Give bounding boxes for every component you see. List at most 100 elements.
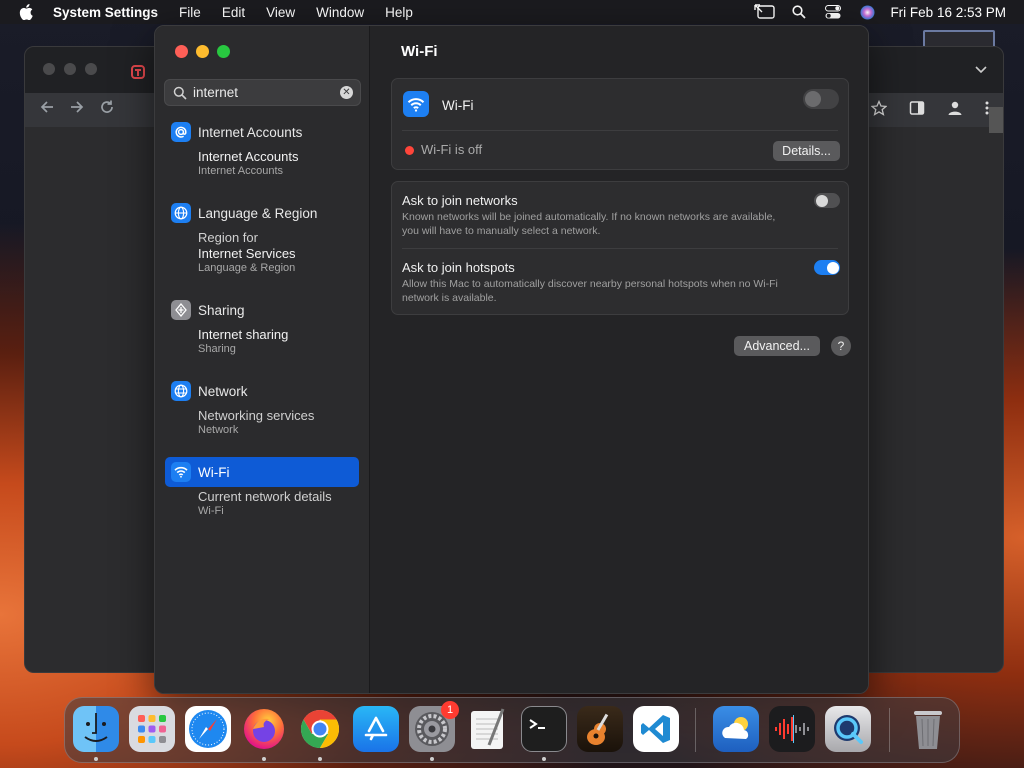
bookmark-star-icon[interactable] [870,99,888,119]
profile-icon[interactable] [947,100,963,119]
sidebar-item-language-region[interactable]: Language & Region [165,198,359,228]
apple-menu-icon[interactable] [15,0,37,24]
menu-file[interactable]: File [179,5,201,20]
sidebar-item-sharing[interactable]: Sharing [165,295,359,325]
dock-quicktime[interactable] [825,706,871,752]
control-center-icon[interactable] [822,0,844,24]
screen-share-icon[interactable] [754,0,776,24]
ask-join-networks-toggle[interactable] [814,193,840,208]
sidebar: ✕ Internet Accounts Internet Accounts In… [155,26,370,693]
minimize-window-button[interactable] [196,45,209,58]
side-panel-icon[interactable] [909,100,925,119]
details-button[interactable]: Details... [773,141,840,161]
dock-firefox[interactable] [241,706,287,752]
join-options-card: Ask to join networks Known networks will… [391,181,849,315]
tab-search-chevron-icon[interactable] [975,63,987,77]
launchpad-icon [138,715,166,743]
search-result-region-internet-services[interactable]: Region for Internet Services Language & … [198,230,370,275]
search-result-internet-sharing[interactable]: Internet sharing Sharing [198,327,370,356]
sidebar-item-wifi[interactable]: Wi-Fi [165,457,359,487]
result-location: Internet Accounts [198,165,283,177]
dock-terminal[interactable] [521,706,567,752]
dock-chrome[interactable] [297,706,343,752]
ask-join-networks-description: Known networks will be joined automatica… [402,211,776,237]
sidebar-item-label: Wi-Fi [198,464,230,480]
textedit-icon [471,708,505,749]
tab-favicon-icon[interactable] [131,65,145,79]
wifi-toggle[interactable] [803,89,839,109]
running-indicator [94,757,98,761]
help-button[interactable]: ? [831,336,851,356]
close-window-button[interactable] [175,45,188,58]
dock-voice-memos[interactable] [769,706,815,752]
siri-icon[interactable] [856,0,878,24]
result-location: Network [198,424,239,436]
window-controls [175,45,230,58]
result-title: Internet sharing [198,327,289,342]
sidebar-item-internet-accounts[interactable]: Internet Accounts [165,117,359,147]
dock-system-settings[interactable]: 1 [409,701,459,752]
dock-garageband[interactable] [577,706,623,752]
dock-launchpad[interactable] [129,706,175,752]
advanced-button[interactable]: Advanced... [734,336,820,356]
reload-icon[interactable] [99,99,115,120]
sidebar-item-network[interactable]: Network [165,376,359,406]
menu-bar: System Settings File Edit View Window He… [0,0,1024,24]
dock-textedit[interactable] [465,706,511,752]
notification-badge: 1 [441,701,459,719]
dock-vscode[interactable] [633,706,679,752]
voice-memos-icon [775,715,809,743]
ask-join-hotspots-title: Ask to join hotspots [402,260,515,275]
ask-join-hotspots-toggle[interactable] [814,260,840,275]
result-title: Internet Services [198,246,296,261]
weather-icon [722,717,749,739]
dock-separator [695,708,696,752]
browser-window-controls [43,63,97,75]
settings-main-pane: Wi-Fi Wi-Fi Wi-Fi is off Details... Ask … [371,26,868,693]
terminal-icon [529,719,545,729]
search-icon [173,86,187,100]
page-title: Wi-Fi [401,43,438,60]
dock-weather[interactable] [713,706,759,752]
menu-help[interactable]: Help [385,5,413,20]
search-input[interactable] [193,85,333,100]
result-group-language-region: Language & Region Region for Internet Se… [155,198,370,295]
wifi-icon [171,462,191,482]
dock-safari[interactable] [185,706,231,752]
dock-separator [889,708,890,752]
result-title: Networking services [198,408,315,423]
zoom-window-button[interactable] [217,45,230,58]
search-field[interactable]: ✕ [164,79,361,106]
sidebar-item-label: Sharing [198,302,245,318]
app-menu-system-settings[interactable]: System Settings [53,5,158,20]
clear-search-icon[interactable]: ✕ [340,86,353,99]
spotlight-search-icon[interactable] [788,0,810,24]
running-indicator [262,757,266,761]
globe-icon [171,203,191,223]
result-group-internet-accounts: Internet Accounts Internet Accounts Inte… [155,117,370,198]
forward-arrow-icon[interactable] [69,99,85,120]
search-result-current-network-details[interactable]: Current network details Wi-Fi [198,489,370,518]
search-result-networking-services[interactable]: Networking services Network [198,408,370,437]
sidebar-item-label: Network [198,383,248,399]
back-arrow-icon[interactable] [39,99,55,120]
wifi-card: Wi-Fi Wi-Fi is off Details... [391,78,849,170]
result-location: Sharing [198,343,236,355]
dock-finder[interactable] [73,706,119,752]
result-title: Internet Accounts [198,149,299,164]
wifi-label: Wi-Fi [442,98,474,113]
running-indicator [542,757,546,761]
network-globe-icon [171,381,191,401]
dock-trash[interactable] [905,706,951,752]
ask-join-networks-title: Ask to join networks [402,193,518,208]
search-results: Internet Accounts Internet Accounts Inte… [155,117,370,538]
dock: 1 [64,697,960,763]
browser-edge-fragment [989,107,1003,133]
menu-view[interactable]: View [266,5,295,20]
menu-clock[interactable]: Fri Feb 16 2:53 PM [890,5,1006,20]
search-result-internet-accounts[interactable]: Internet Accounts Internet Accounts [198,149,370,178]
result-location: Wi-Fi [198,505,224,517]
menu-edit[interactable]: Edit [222,5,245,20]
dock-app-store[interactable] [353,706,399,752]
menu-window[interactable]: Window [316,5,364,20]
